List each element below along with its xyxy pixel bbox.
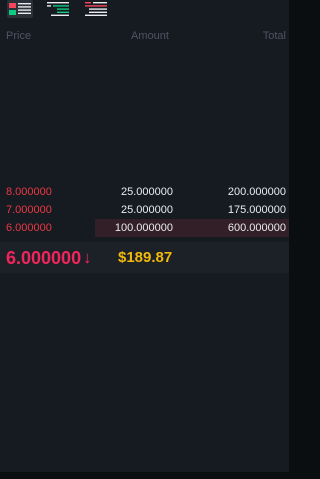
order-book-panel: Price Amount Total 8.000000 25.000000 20…	[0, 0, 289, 472]
last-price: 6.000000	[6, 248, 82, 268]
ask-amount: 25.000000	[121, 186, 173, 198]
ask-amount: 100.000000	[114, 222, 173, 234]
ask-row[interactable]: 7.000000 25.000000 175.000000	[0, 201, 289, 219]
order-book-sell-icon	[85, 2, 107, 16]
bottom-divider	[0, 472, 289, 479]
column-header-total: Total	[262, 30, 286, 42]
last-price-ticker[interactable]: 6.000000 ↓ $189.87	[0, 242, 289, 273]
ask-row[interactable]: 6.000000 100.000000 600.000000	[0, 219, 289, 237]
ask-total: 600.000000	[227, 222, 286, 234]
ask-amount: 25.000000	[121, 204, 173, 216]
ask-total: 200.000000	[227, 186, 286, 198]
column-header-price: Price	[6, 30, 32, 42]
order-book-buy-icon	[47, 2, 69, 16]
ask-price: 6.000000	[6, 222, 52, 234]
order-book-view-toolbar	[0, 0, 289, 20]
down-arrow-icon: ↓	[83, 248, 92, 267]
view-sell-button[interactable]	[84, 0, 110, 18]
view-buy-button[interactable]	[46, 0, 72, 18]
order-book-both-icon	[9, 3, 31, 15]
ask-row[interactable]: 8.000000 25.000000 200.000000	[0, 183, 289, 201]
fiat-price: $189.87	[118, 249, 173, 266]
column-header-amount: Amount	[131, 30, 169, 42]
view-both-button[interactable]	[7, 0, 33, 18]
ask-price: 7.000000	[6, 204, 52, 216]
ask-total: 175.000000	[227, 204, 286, 216]
ask-price: 8.000000	[6, 186, 52, 198]
